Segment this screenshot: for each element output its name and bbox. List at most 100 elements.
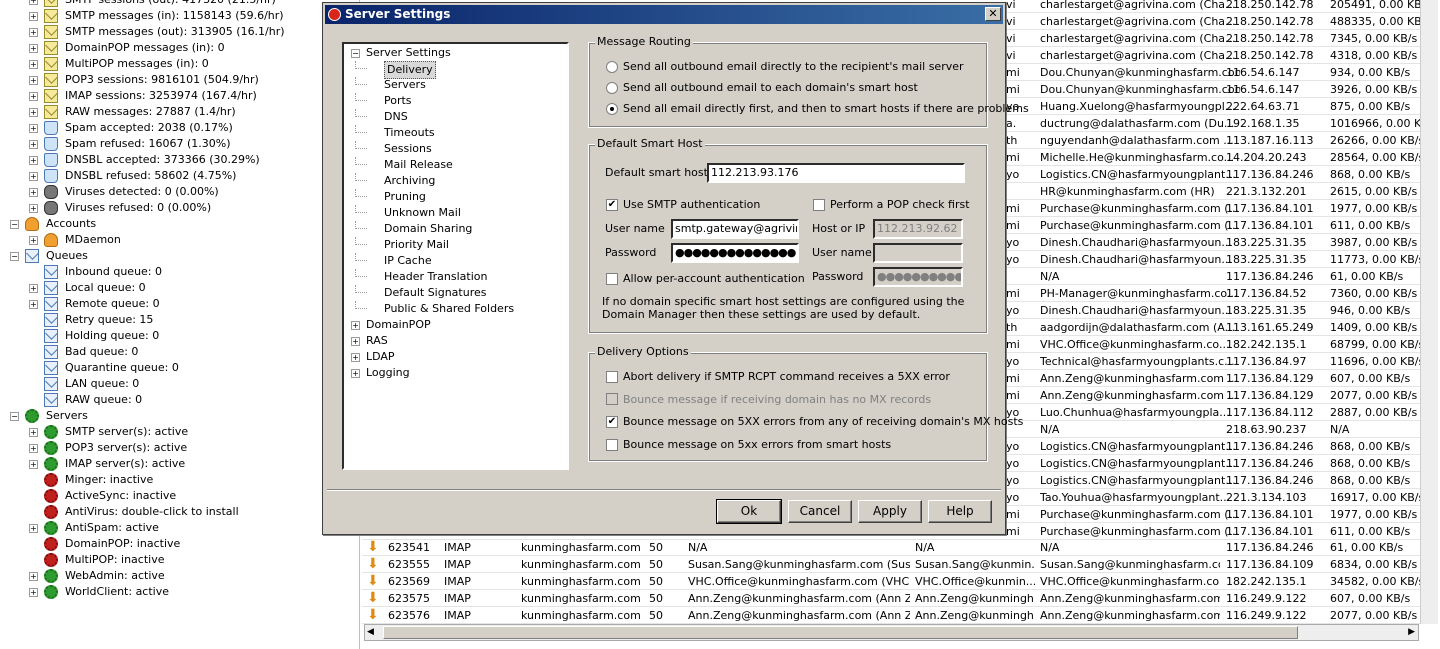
expand-toggle[interactable]: +	[29, 460, 38, 469]
collapse-toggle[interactable]: −	[10, 412, 19, 421]
pop-check-checkbox[interactable]	[813, 199, 825, 211]
tree-item-label: RAW queue: 0	[65, 393, 143, 406]
table-cell: yo	[1006, 253, 1020, 266]
tree-item-label: Retry queue: 15	[65, 313, 154, 326]
collapse-toggle[interactable]: −	[10, 252, 19, 261]
grid-horizontal-scrollbar[interactable]: ◀ ▶	[364, 624, 1419, 641]
expand-toggle[interactable]: +	[29, 76, 38, 85]
bounce-mx-hosts-checkbox[interactable]: ✔	[606, 416, 618, 428]
expand-toggle[interactable]: +	[29, 172, 38, 181]
bounce-no-mx-checkbox[interactable]	[606, 393, 618, 405]
expand-toggle[interactable]: +	[351, 353, 360, 362]
expand-toggle[interactable]: +	[29, 92, 38, 101]
tree-item-label: SMTP sessions (out): 417320 (21.5/hr)	[65, 0, 276, 8]
ok-button[interactable]: Ok	[716, 499, 782, 524]
dialog-titlebar[interactable]: Server Settings ✕	[325, 5, 1003, 24]
expand-toggle[interactable]: +	[29, 188, 38, 197]
abort-delivery-label[interactable]: Abort delivery if SMTP RCPT command rece…	[623, 370, 950, 384]
grid-vertical-scrollbar[interactable]	[1420, 0, 1438, 624]
use-smtp-auth-checkbox[interactable]: ✔	[606, 199, 618, 211]
expand-toggle[interactable]: +	[29, 124, 38, 133]
routing-smarthost-label[interactable]: Send all outbound email to each domain's…	[623, 81, 918, 95]
expand-toggle[interactable]: +	[29, 524, 38, 533]
table-cell: VHC.Office@kunmin...	[915, 575, 1035, 588]
routing-smarthost-radio[interactable]	[606, 82, 618, 94]
expand-toggle[interactable]: +	[29, 156, 38, 165]
settings-nav-tree[interactable]: − Server Settings Delivery Servers Ports DNS T…	[342, 42, 569, 470]
tree-item-label: MultiPOP messages (in): 0	[65, 57, 209, 70]
table-cell: kunminghasfarm.com	[521, 558, 641, 571]
expand-toggle[interactable]: +	[29, 28, 38, 37]
help-button[interactable]: Help	[928, 500, 992, 523]
table-row[interactable]: ⬇ 623576 IMAP kunminghasfarm.com 50 Ann.Zeng@…	[362, 607, 1432, 624]
smart-host-input[interactable]: 112.213.93.176	[707, 163, 965, 183]
bounce-mx-hosts-label[interactable]: Bounce message on 5XX errors from any of…	[623, 415, 1023, 429]
table-cell: Susan.Sang@kunminghasfarm.com (Susa...	[688, 558, 910, 571]
routing-direct-label[interactable]: Send all outbound email directly to the …	[623, 60, 964, 74]
pop-user-name-input[interactable]	[873, 243, 963, 263]
settings-nav-label: Public & Shared Folders	[384, 302, 515, 315]
expand-toggle[interactable]: +	[29, 108, 38, 117]
tree-item-label: SMTP messages (in): 1158143 (59.6/hr)	[65, 9, 284, 22]
table-cell: a.	[1006, 117, 1017, 130]
routing-direct-first-label[interactable]: Send all email directly first, and then …	[623, 102, 1029, 116]
per-account-auth-label[interactable]: Allow per-account authentication	[623, 272, 805, 286]
table-cell: kunminghasfarm.com	[521, 541, 641, 554]
expand-toggle[interactable]: +	[29, 284, 38, 293]
expand-toggle[interactable]: +	[29, 428, 38, 437]
expand-toggle[interactable]: +	[29, 444, 38, 453]
table-cell: kunminghasfarm.com	[521, 575, 641, 588]
table-row[interactable]: ⬇ 623575 IMAP kunminghasfarm.com 50 Ann.Zeng@…	[362, 590, 1432, 607]
use-smtp-auth-label[interactable]: Use SMTP authentication	[623, 198, 760, 212]
expand-toggle[interactable]: +	[29, 12, 38, 21]
table-row[interactable]: ⬇ 623555 IMAP kunminghasfarm.com 50 Susan.San…	[362, 556, 1432, 573]
pop-password-input[interactable]: ●●●●●●●●●●●●	[873, 267, 963, 287]
navigation-tree[interactable]: + SMTP sessions (out): 417320 (21.5/hr) + S…	[0, 0, 360, 649]
abort-delivery-checkbox[interactable]	[606, 371, 618, 383]
collapse-toggle[interactable]: −	[351, 49, 360, 58]
settings-nav-label: Sessions	[384, 142, 432, 155]
scroll-left-arrow[interactable]: ◀	[367, 627, 374, 637]
table-cell: 50	[649, 558, 663, 571]
expand-toggle[interactable]: +	[29, 300, 38, 309]
table-cell: 117.136.84.246	[1226, 440, 1314, 453]
expand-toggle[interactable]: +	[351, 321, 360, 330]
pop-check-label[interactable]: Perform a POP check first	[830, 198, 970, 212]
user-name-input[interactable]: smtp.gateway@agrivina.c	[671, 219, 799, 239]
bounce-no-mx-label[interactable]: Bounce message if receiving domain has n…	[623, 393, 931, 407]
table-row[interactable]: ⬇ 623569 IMAP kunminghasfarm.com 50 VHC.Offic…	[362, 573, 1432, 590]
host-ip-input[interactable]: 112.213.92.62	[873, 219, 963, 239]
close-button[interactable]: ✕	[985, 7, 1001, 21]
table-cell: Logistics.CN@hasfarmyoungplant...	[1040, 457, 1236, 470]
password-input[interactable]: ●●●●●●●●●●●●●●	[671, 243, 799, 263]
scroll-thumb[interactable]	[383, 626, 1298, 639]
expand-toggle[interactable]: +	[351, 369, 360, 378]
expand-toggle[interactable]: +	[29, 140, 38, 149]
gear-green-icon	[44, 521, 58, 535]
table-cell: 117.136.84.101	[1226, 525, 1314, 538]
expand-toggle[interactable]: +	[29, 204, 38, 213]
table-row[interactable]: ⬇ 623541 IMAP kunminghasfarm.com 50 N/A N/A N/A…	[362, 539, 1432, 556]
table-cell: N/A	[1330, 423, 1350, 436]
cancel-button[interactable]: Cancel	[788, 500, 852, 523]
table-cell: 26266, 0.00 KB/s	[1330, 134, 1425, 147]
expand-toggle[interactable]: +	[29, 60, 38, 69]
routing-direct-radio[interactable]	[606, 61, 618, 73]
table-cell: 117.136.84.246	[1226, 541, 1314, 554]
smart-host-label: Default smart host	[605, 166, 708, 179]
expand-toggle[interactable]: +	[29, 0, 38, 5]
smart-host-title: Default Smart Host	[595, 137, 705, 151]
scroll-right-arrow[interactable]: ▶	[1408, 627, 1415, 637]
apply-button[interactable]: Apply	[858, 500, 922, 523]
expand-toggle[interactable]: +	[29, 572, 38, 581]
expand-toggle[interactable]: +	[351, 337, 360, 346]
expand-toggle[interactable]: +	[29, 588, 38, 597]
per-account-auth-checkbox[interactable]	[606, 273, 618, 285]
routing-direct-first-radio[interactable]	[606, 103, 618, 115]
table-cell: 488335, 0.00 KB/s	[1330, 15, 1430, 28]
bounce-smart-hosts-checkbox[interactable]	[606, 439, 618, 451]
expand-toggle[interactable]: +	[29, 236, 38, 245]
collapse-toggle[interactable]: −	[10, 220, 19, 229]
bounce-smart-hosts-label[interactable]: Bounce message on 5xx errors from smart …	[623, 438, 891, 452]
expand-toggle[interactable]: +	[29, 44, 38, 53]
